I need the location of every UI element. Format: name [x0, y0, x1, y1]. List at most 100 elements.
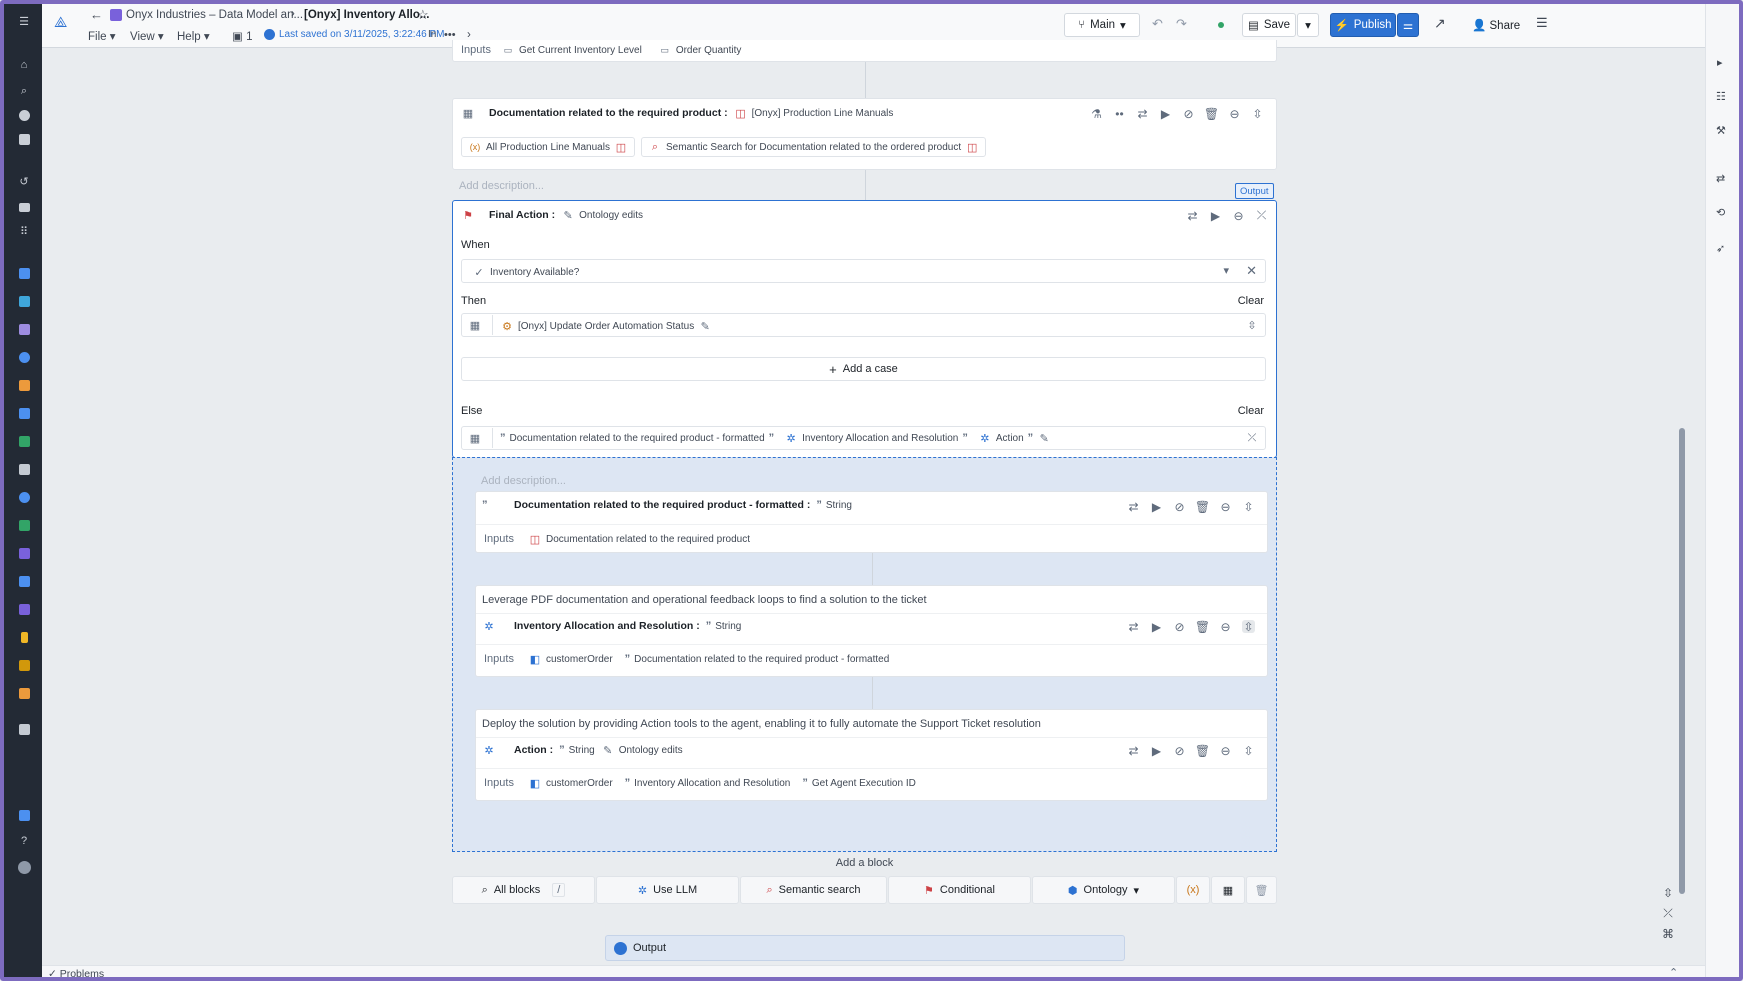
grid-icon[interactable]: ⠿	[17, 224, 31, 238]
nested-block-action[interactable]: Deploy the solution by providing Action …	[475, 709, 1268, 801]
menu-view[interactable]: View ▾	[130, 29, 164, 43]
back-arrow-icon[interactable]: ←	[90, 7, 103, 22]
all-blocks-button[interactable]: ⌕ All blocks /	[452, 876, 595, 904]
input-chip[interactable]: ” Documentation related to the required p…	[625, 653, 890, 665]
input-chip[interactable]: ▭ Order Quantity	[658, 43, 742, 57]
canvas-scrollbar[interactable]	[1679, 428, 1685, 894]
input-chip[interactable]: ◫ Documentation related to the required p…	[528, 532, 750, 546]
eye-off-icon[interactable]: ⊘	[1173, 744, 1186, 758]
menu-file[interactable]: File ▾	[88, 29, 116, 43]
app-icon-15[interactable]	[17, 658, 31, 672]
home-icon[interactable]: ⌂	[17, 58, 31, 72]
semantic-search-chip[interactable]: ⌕ Semantic Search for Documentation relat…	[640, 137, 987, 157]
final-action-block[interactable]: ⚑ Final Action : ✎ Ontology edits ⇄ ▶ ⊖ ⤫ Wh…	[452, 200, 1277, 458]
variable-chip[interactable]: (x) All Production Line Manuals ◫	[461, 137, 635, 157]
swap-icon[interactable]: ⇄	[1136, 107, 1149, 121]
expand-icon[interactable]: ⇳	[1251, 107, 1264, 121]
redo-icon[interactable]: ↷	[1176, 16, 1187, 32]
input-chip[interactable]: ◧ customerOrder	[528, 652, 613, 666]
nested-block-inventory-allocation[interactable]: Leverage PDF documentation and operation…	[475, 585, 1268, 677]
play-icon[interactable]: ▶	[1150, 744, 1163, 758]
expand-icon[interactable]: ⇳	[1242, 500, 1255, 514]
delete-block-button[interactable]: 🗑	[1246, 876, 1277, 904]
undo-icon[interactable]: ↶	[1152, 16, 1163, 32]
rocket-icon[interactable]: ➶	[1716, 242, 1725, 255]
list-icon[interactable]: ☰	[1536, 15, 1548, 31]
type-chip[interactable]: ” String	[816, 499, 852, 511]
open-external-icon[interactable]: ↗	[1434, 15, 1446, 32]
help-icon[interactable]: ?	[17, 834, 31, 848]
app-icon-3[interactable]	[17, 322, 31, 336]
history-icon[interactable]: ⟲	[1716, 206, 1725, 219]
eye-off-icon[interactable]: ⊘	[1173, 500, 1186, 514]
trash-icon[interactable]: 🗑	[1195, 744, 1210, 758]
branch-selector[interactable]: ⑂ Main ▾	[1064, 13, 1140, 37]
else-chip[interactable]: ✲ Action” ✎	[978, 431, 1051, 445]
variable-button[interactable]: (x)	[1176, 876, 1210, 904]
problems-button[interactable]: ✓ Problems	[48, 968, 104, 980]
collapse-all-icon[interactable]: ⤫	[1663, 906, 1673, 921]
notifications-icon[interactable]	[17, 108, 31, 122]
publish-settings-button[interactable]: ⚌	[1397, 13, 1419, 37]
avatar[interactable]	[17, 860, 31, 874]
eye-off-icon[interactable]: ⊘	[1173, 620, 1186, 634]
pages-count[interactable]: ▣ 1	[232, 29, 252, 43]
else-chip[interactable]: ” Documentation related to the required p…	[500, 432, 774, 444]
input-chip[interactable]: ▭ Get Current Inventory Level	[501, 43, 642, 57]
clear-button[interactable]: Clear	[1238, 405, 1264, 417]
app-icon-9[interactable]	[17, 490, 31, 504]
type-chip[interactable]: ✎ Ontology edits	[561, 208, 644, 222]
app-icon-4[interactable]	[17, 350, 31, 364]
command-icon[interactable]: ⌘	[1662, 927, 1674, 941]
trash-icon[interactable]: 🗑	[1195, 500, 1210, 514]
folder-icon[interactable]	[17, 200, 31, 214]
action-chip[interactable]: ⚙ [Onyx] Update Order Automation Status ✎	[500, 319, 712, 333]
minus-circle-icon[interactable]: ⊖	[1219, 500, 1232, 514]
play-icon[interactable]: ▶	[1150, 500, 1163, 514]
input-chip[interactable]: ” Inventory Allocation and Resolution	[625, 777, 791, 789]
clear-button[interactable]: Clear	[1238, 295, 1264, 307]
then-field[interactable]: ▦ ⚙ [Onyx] Update Order Automation Status…	[461, 313, 1266, 337]
app-icon-13[interactable]	[17, 602, 31, 616]
type-chip[interactable]: ✎ Ontology edits	[601, 743, 683, 757]
else-chip[interactable]: ✲ Inventory Allocation and Resolution”	[784, 431, 968, 445]
breadcrumb-current[interactable]: [Onyx] Inventory Allo...	[304, 9, 429, 21]
add-description[interactable]: Add description...	[459, 180, 544, 192]
minus-circle-icon[interactable]: ⊖	[1219, 744, 1232, 758]
collapse-icon[interactable]: ⤫	[1255, 208, 1268, 222]
eye-off-icon[interactable]: ⊘	[1182, 107, 1195, 121]
minus-circle-icon[interactable]: ⊖	[1219, 620, 1232, 634]
expand-icon[interactable]: ⇳	[1245, 318, 1259, 332]
output-bar[interactable]: Output	[605, 935, 1125, 961]
input-chip[interactable]: ” Get Agent Execution ID	[802, 777, 915, 789]
collapse-icon[interactable]: ⤫	[1245, 431, 1259, 445]
app-icon-12[interactable]	[17, 574, 31, 588]
block-description[interactable]: Leverage PDF documentation and operation…	[482, 594, 927, 606]
conditional-button[interactable]: ⚑ Conditional	[888, 876, 1031, 904]
app-icon-2[interactable]	[17, 294, 31, 308]
apps-icon[interactable]	[17, 132, 31, 146]
ontology-button[interactable]: ⬢ Ontology ▾	[1032, 876, 1175, 904]
swap-icon[interactable]: ⇄	[1186, 209, 1199, 223]
play-icon[interactable]: ▶	[1150, 620, 1163, 634]
menu-icon[interactable]: ☰	[17, 14, 31, 28]
app-icon-11[interactable]	[17, 546, 31, 560]
dots-icon[interactable]: ••	[1113, 107, 1126, 121]
apply-block-button[interactable]: ▦	[1211, 876, 1245, 904]
nested-block-formatted[interactable]: ” Documentation related to the required …	[475, 491, 1268, 553]
use-llm-button[interactable]: ✲ Use LLM	[596, 876, 739, 904]
add-description[interactable]: Add description...	[481, 475, 566, 487]
else-field[interactable]: ▦ ” Documentation related to the required…	[461, 426, 1266, 450]
expand-all-icon[interactable]: ⇳	[1663, 886, 1673, 900]
object-type-chip[interactable]: ◫ [Onyx] Production Line Manuals	[734, 106, 893, 120]
save-button[interactable]: ▤ Save	[1242, 13, 1296, 37]
when-select[interactable]: ✓ Inventory Available? ▾ ✕	[461, 259, 1266, 283]
history-icon[interactable]: ↺	[17, 174, 31, 188]
breadcrumb-project[interactable]: Onyx Industries – Data Model an...	[126, 9, 303, 21]
app-icon-7[interactable]	[17, 434, 31, 448]
llm-icon[interactable]	[17, 808, 31, 822]
collapse-right-icon[interactable]: ▸	[1717, 56, 1723, 69]
checklist-icon[interactable]: ☷	[1716, 90, 1726, 103]
menu-help[interactable]: Help ▾	[177, 29, 210, 43]
app-icon-17[interactable]	[17, 722, 31, 736]
